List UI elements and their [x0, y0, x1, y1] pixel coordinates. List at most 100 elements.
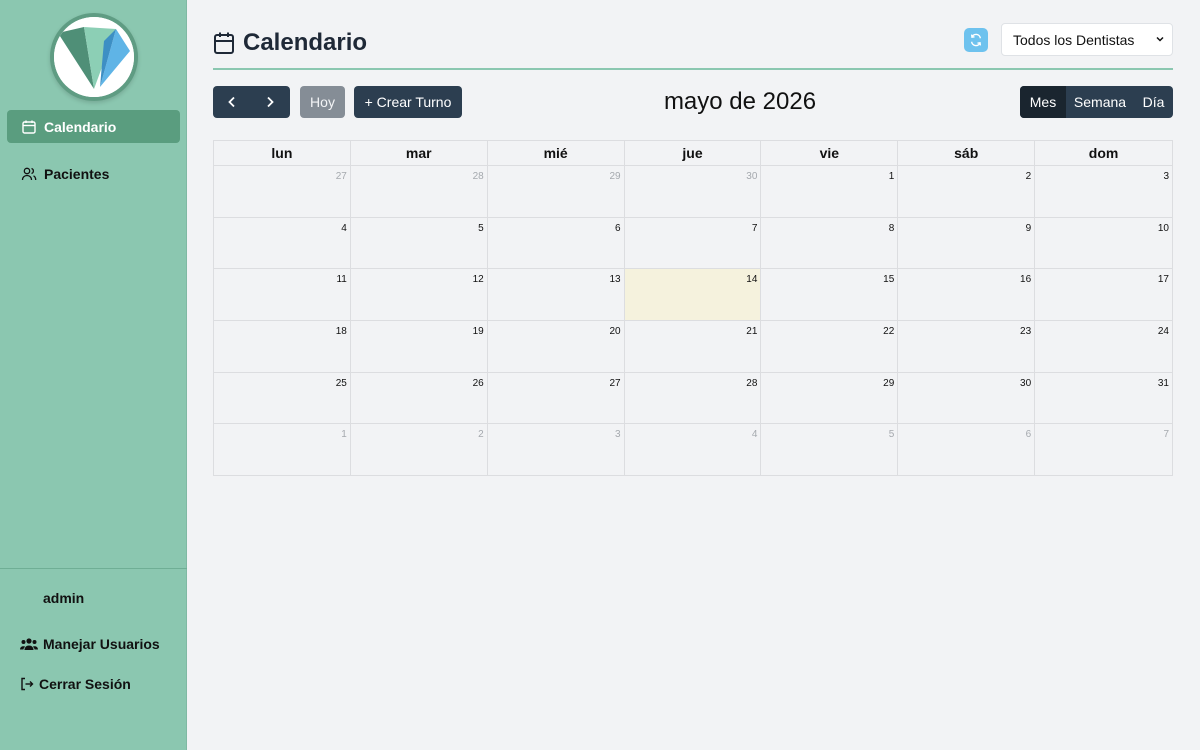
- manage-users-button[interactable]: Manejar Usuarios: [20, 636, 160, 652]
- day-number[interactable]: 25: [336, 378, 347, 389]
- today-button[interactable]: Hoy: [300, 86, 345, 118]
- day-number[interactable]: 29: [609, 171, 620, 182]
- calendar-day-cell[interactable]: 7: [1035, 424, 1172, 475]
- clinic-logo[interactable]: [50, 13, 138, 101]
- calendar-day-cell[interactable]: 3: [488, 424, 625, 476]
- day-number[interactable]: 8: [889, 223, 895, 234]
- calendar-day-cell[interactable]: 5: [351, 217, 488, 269]
- day-number[interactable]: 24: [1158, 326, 1169, 337]
- day-number[interactable]: 30: [1020, 378, 1031, 389]
- day-number[interactable]: 30: [746, 171, 757, 182]
- day-number[interactable]: 3: [615, 429, 621, 440]
- calendar-day-cell[interactable]: 29: [488, 166, 625, 217]
- day-number[interactable]: 12: [473, 274, 484, 285]
- day-number[interactable]: 19: [473, 326, 484, 337]
- day-number[interactable]: 6: [1026, 429, 1032, 440]
- day-number[interactable]: 2: [478, 429, 484, 440]
- calendar-day-cell[interactable]: 27: [214, 166, 351, 217]
- day-number[interactable]: 5: [478, 223, 484, 234]
- day-number[interactable]: 29: [883, 378, 894, 389]
- day-number[interactable]: 16: [1020, 274, 1031, 285]
- day-number[interactable]: 20: [609, 326, 620, 337]
- day-number[interactable]: 15: [883, 274, 894, 285]
- day-number[interactable]: 4: [341, 223, 347, 234]
- calendar-day-cell[interactable]: 9: [898, 217, 1036, 269]
- view-week-button[interactable]: Semana: [1066, 86, 1134, 118]
- sidebar-item-calendario[interactable]: Calendario: [7, 110, 180, 143]
- calendar-day-cell[interactable]: 4: [625, 424, 762, 476]
- calendar-day-cell[interactable]: 12: [351, 269, 488, 321]
- calendar-day-cell[interactable]: 3: [1035, 166, 1172, 217]
- day-number[interactable]: 21: [746, 326, 757, 337]
- calendar-day-cell[interactable]: 15: [761, 269, 899, 321]
- calendar-day-cell[interactable]: 11: [214, 269, 351, 321]
- day-number[interactable]: 10: [1158, 223, 1169, 234]
- calendar-day-cell[interactable]: 4: [214, 217, 351, 269]
- day-number[interactable]: 4: [752, 429, 758, 440]
- calendar-day-cell[interactable]: 21: [625, 321, 762, 372]
- day-number[interactable]: 27: [336, 171, 347, 182]
- day-number[interactable]: 23: [1020, 326, 1031, 337]
- logout-button[interactable]: Cerrar Sesión: [20, 676, 131, 692]
- calendar-day-cell[interactable]: 5: [761, 424, 899, 476]
- calendar-day-cell[interactable]: 1: [761, 166, 899, 217]
- sidebar-item-pacientes[interactable]: Pacientes: [7, 157, 180, 190]
- month-calendar: lun mar mié jue vie sáb dom 27 28 29 30 1 2 3 4…: [213, 140, 1173, 477]
- calendar-day-cell[interactable]: 13: [488, 269, 625, 321]
- calendar-day-cell[interactable]: 7: [625, 217, 762, 269]
- calendar-day-cell[interactable]: 8: [761, 217, 899, 269]
- calendar-day-cell[interactable]: 2: [351, 424, 488, 476]
- prev-button[interactable]: [213, 86, 251, 118]
- day-number[interactable]: 7: [1163, 429, 1169, 440]
- day-number[interactable]: 28: [746, 378, 757, 389]
- day-number[interactable]: 28: [473, 171, 484, 182]
- calendar-day-cell[interactable]: 27: [488, 372, 625, 424]
- day-number[interactable]: 26: [473, 378, 484, 389]
- create-appointment-button[interactable]: + Crear Turno: [354, 86, 462, 118]
- day-number[interactable]: 5: [889, 429, 895, 440]
- calendar-day-cell[interactable]: 6: [488, 217, 625, 269]
- calendar-day-cell[interactable]: 23: [898, 321, 1036, 372]
- day-number[interactable]: 2: [1026, 171, 1032, 182]
- calendar-day-cell[interactable]: 25: [214, 372, 351, 424]
- calendar-day-cell[interactable]: 2: [898, 166, 1036, 217]
- calendar-day-cell[interactable]: 19: [351, 321, 488, 372]
- day-number[interactable]: 1: [341, 429, 347, 440]
- calendar-day-cell[interactable]: 6: [898, 424, 1036, 476]
- day-number[interactable]: 11: [336, 274, 346, 285]
- refresh-button[interactable]: [964, 28, 988, 52]
- day-number[interactable]: 14: [746, 274, 757, 285]
- next-button[interactable]: [251, 86, 289, 118]
- day-number[interactable]: 27: [609, 378, 620, 389]
- calendar-day-cell[interactable]: 10: [1035, 218, 1172, 269]
- view-day-button[interactable]: Día: [1134, 86, 1173, 118]
- day-number[interactable]: 13: [609, 274, 620, 285]
- calendar-day-cell[interactable]: 28: [351, 166, 488, 217]
- calendar-day-cell[interactable]: 17: [1035, 269, 1172, 320]
- day-number[interactable]: 1: [889, 171, 895, 182]
- calendar-day-cell[interactable]: 16: [898, 269, 1036, 321]
- dentist-select[interactable]: Todos los Dentistas: [1001, 23, 1173, 56]
- day-number[interactable]: 17: [1158, 274, 1169, 285]
- calendar-day-cell-today[interactable]: 14: [624, 269, 762, 321]
- page-title-text: Calendario: [243, 29, 368, 56]
- day-number[interactable]: 9: [1026, 223, 1032, 234]
- day-number[interactable]: 3: [1163, 171, 1169, 182]
- day-number[interactable]: 7: [752, 223, 758, 234]
- calendar-day-cell[interactable]: 22: [761, 321, 899, 372]
- calendar-day-cell[interactable]: 30: [898, 372, 1036, 424]
- day-number[interactable]: 31: [1158, 378, 1169, 389]
- calendar-day-cell[interactable]: 20: [488, 321, 625, 372]
- calendar-day-cell[interactable]: 31: [1035, 373, 1172, 424]
- calendar-day-cell[interactable]: 1: [214, 424, 351, 476]
- calendar-day-cell[interactable]: 29: [761, 372, 899, 424]
- calendar-day-cell[interactable]: 30: [625, 166, 762, 217]
- calendar-day-cell[interactable]: 26: [351, 372, 488, 424]
- calendar-day-cell[interactable]: 28: [625, 372, 762, 424]
- day-number[interactable]: 18: [336, 326, 347, 337]
- view-month-button[interactable]: Mes: [1020, 86, 1066, 118]
- day-number[interactable]: 22: [883, 326, 894, 337]
- calendar-day-cell[interactable]: 24: [1035, 321, 1172, 372]
- calendar-day-cell[interactable]: 18: [214, 321, 351, 372]
- day-number[interactable]: 6: [615, 223, 621, 234]
